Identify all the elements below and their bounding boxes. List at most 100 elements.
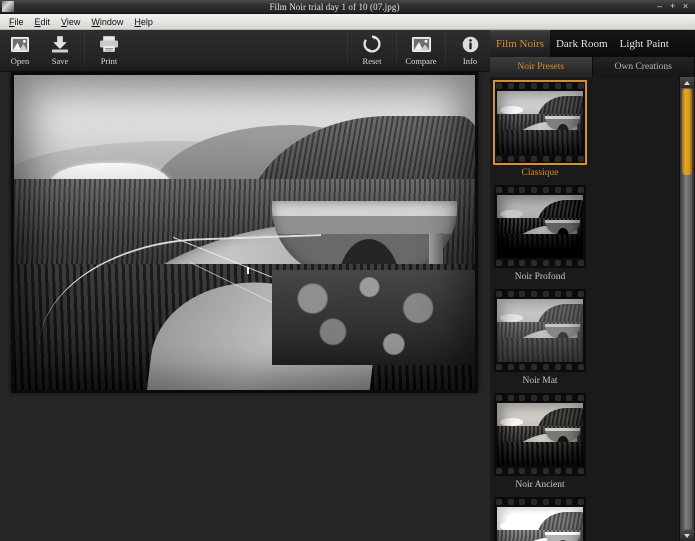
sprocket-hole bbox=[578, 364, 584, 370]
sprocket-hole bbox=[496, 260, 502, 266]
thumb-vignette bbox=[497, 507, 583, 541]
sprocket-row-top bbox=[494, 393, 586, 403]
tab-light-paint[interactable]: Light Paint bbox=[614, 30, 675, 57]
sprocket-hole bbox=[531, 187, 537, 193]
sprocket-hole bbox=[519, 364, 525, 370]
preset-item-noir-profond[interactable]: Noir Profond bbox=[494, 185, 586, 287]
sprocket-hole bbox=[531, 499, 537, 505]
sprocket-hole bbox=[508, 468, 514, 474]
menu-item-edit[interactable]: Edit bbox=[30, 16, 57, 28]
sprocket-hole bbox=[566, 83, 572, 89]
menu-item-view[interactable]: View bbox=[56, 16, 86, 28]
scroll-up-arrow[interactable] bbox=[680, 77, 694, 88]
preview-photograph[interactable] bbox=[14, 75, 475, 390]
maximize-button[interactable]: + bbox=[668, 2, 677, 11]
minimize-button[interactable]: – bbox=[655, 2, 664, 11]
sprocket-hole bbox=[543, 499, 549, 505]
thumb-vignette bbox=[497, 299, 583, 362]
toolbar-file-group: Open Save bbox=[0, 30, 80, 66]
close-button[interactable]: × bbox=[681, 2, 690, 11]
save-button[interactable]: Save bbox=[40, 30, 80, 66]
sprocket-hole bbox=[508, 187, 514, 193]
sprocket-hole bbox=[531, 395, 537, 401]
menu-item-help[interactable]: Help bbox=[129, 16, 159, 28]
sprocket-hole bbox=[531, 468, 537, 474]
menubar: File Edit View Window Help bbox=[0, 14, 695, 30]
preset-item-classique[interactable]: Classique bbox=[494, 81, 586, 183]
sprocket-hole bbox=[496, 83, 502, 89]
sprocket-hole bbox=[543, 364, 549, 370]
sprocket-hole bbox=[566, 187, 572, 193]
chevron-up-icon bbox=[684, 81, 690, 85]
sprocket-hole bbox=[566, 468, 572, 474]
print-button[interactable]: Print bbox=[89, 30, 129, 66]
open-button-label: Open bbox=[11, 56, 29, 66]
open-button[interactable]: Open bbox=[0, 30, 40, 66]
compare-button[interactable]: Compare bbox=[401, 30, 441, 66]
effects-panel: Film Noirs Dark Room Light Paint Noir Pr… bbox=[490, 30, 695, 541]
preset-label: Noir Mat bbox=[494, 372, 586, 391]
sprocket-hole bbox=[566, 260, 572, 266]
sprocket-hole bbox=[555, 291, 561, 297]
reset-button[interactable]: Reset bbox=[352, 30, 392, 66]
preset-thumbnail-art bbox=[497, 299, 583, 362]
sprocket-hole bbox=[555, 260, 561, 266]
sprocket-hole bbox=[496, 156, 502, 162]
scrollbar-thumb[interactable] bbox=[682, 89, 692, 175]
preset-item-overexposed[interactable]: Overexposed bbox=[494, 497, 586, 541]
menu-item-file-rest: ile bbox=[15, 17, 24, 27]
sprocket-hole bbox=[519, 83, 525, 89]
sprocket-hole bbox=[555, 156, 561, 162]
tab-dark-room[interactable]: Dark Room bbox=[550, 30, 614, 57]
film-noir-application-window: Film Noir trial day 1 of 10 (07.jpg) – +… bbox=[0, 0, 695, 541]
toolbar-separator-1 bbox=[84, 32, 85, 66]
sprocket-hole bbox=[508, 364, 514, 370]
sprocket-hole bbox=[566, 364, 572, 370]
sprocket-hole bbox=[543, 468, 549, 474]
thumb-vignette bbox=[497, 91, 583, 154]
sprocket-hole bbox=[555, 468, 561, 474]
preset-thumbnail-art bbox=[497, 91, 583, 154]
refresh-circle-icon bbox=[363, 33, 381, 55]
tab-noir-presets[interactable]: Noir Presets bbox=[490, 57, 593, 77]
sprocket-hole bbox=[566, 395, 572, 401]
sprocket-hole bbox=[531, 260, 537, 266]
preset-label: Classique bbox=[494, 164, 586, 183]
tab-film-noirs[interactable]: Film Noirs bbox=[490, 30, 550, 57]
save-button-label: Save bbox=[52, 56, 69, 66]
sprocket-hole bbox=[508, 291, 514, 297]
compare-button-label: Compare bbox=[405, 56, 436, 66]
sprocket-row-bottom bbox=[494, 466, 586, 476]
preset-item-noir-mat[interactable]: Noir Mat bbox=[494, 289, 586, 391]
sprocket-hole bbox=[543, 156, 549, 162]
sprocket-hole bbox=[543, 187, 549, 193]
app-icon bbox=[2, 1, 14, 12]
photo-person bbox=[247, 267, 249, 274]
sprocket-hole bbox=[555, 187, 561, 193]
preset-item-noir-ancient[interactable]: Noir Ancient bbox=[494, 393, 586, 495]
tab-own-creations[interactable]: Own Creations bbox=[593, 57, 695, 77]
preset-list-scrollbar[interactable] bbox=[679, 77, 694, 541]
preset-thumbnail bbox=[497, 91, 583, 154]
sprocket-hole bbox=[519, 187, 525, 193]
sprocket-hole bbox=[578, 187, 584, 193]
chevron-down-icon bbox=[684, 534, 690, 538]
sprocket-hole bbox=[578, 156, 584, 162]
menu-item-window-rest: indow bbox=[100, 17, 124, 27]
sprocket-row-top bbox=[494, 81, 586, 91]
info-button[interactable]: Info bbox=[450, 30, 490, 66]
menu-item-window[interactable]: Window bbox=[86, 16, 129, 28]
preset-label: Noir Ancient bbox=[494, 476, 586, 495]
scroll-down-arrow[interactable] bbox=[680, 530, 694, 541]
menu-item-edit-rest: dit bbox=[41, 17, 51, 27]
reset-button-label: Reset bbox=[363, 56, 382, 66]
preset-list-scroll-area[interactable]: Classique bbox=[490, 77, 695, 541]
thumb-vignette bbox=[497, 403, 583, 466]
window-titlebar: Film Noir trial day 1 of 10 (07.jpg) – +… bbox=[0, 0, 695, 14]
sprocket-hole bbox=[508, 260, 514, 266]
menu-item-help-rest: elp bbox=[141, 17, 153, 27]
sprocket-row-bottom bbox=[494, 258, 586, 268]
sprocket-hole bbox=[555, 499, 561, 505]
sprocket-row-top bbox=[494, 185, 586, 195]
menu-item-file[interactable]: File bbox=[4, 16, 30, 28]
